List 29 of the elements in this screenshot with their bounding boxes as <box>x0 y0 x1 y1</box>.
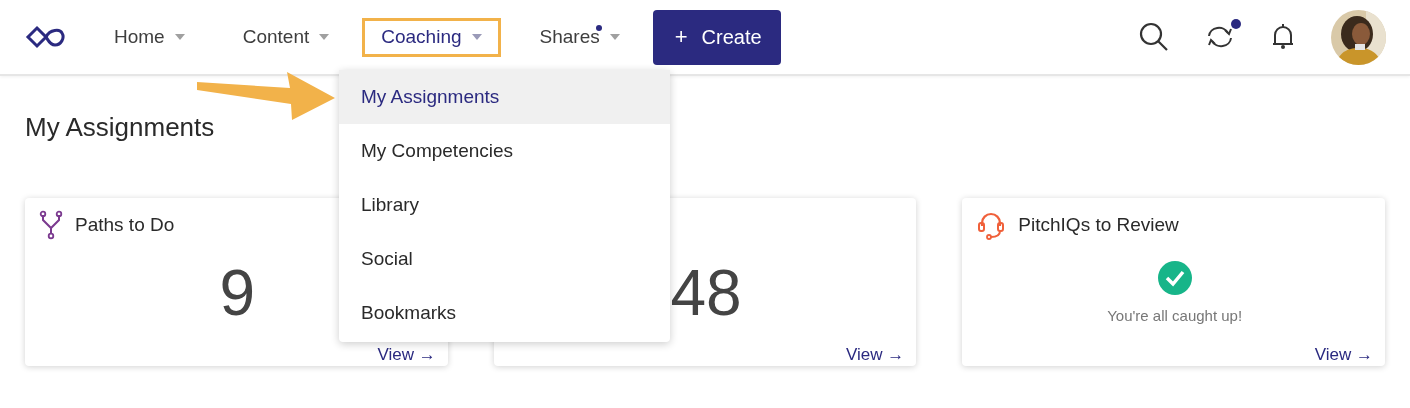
nav-menu[interactable]: Coaching <box>362 17 501 57</box>
menu-item[interactable]: My Competencies <box>339 124 670 178</box>
caret-icon <box>471 34 482 40</box>
view-link[interactable]: View → <box>377 345 436 365</box>
view-link[interactable]: View → <box>846 345 905 365</box>
count-value: 9 <box>219 260 256 325</box>
count-value: 48 <box>670 260 742 325</box>
nav-menu[interactable]: Shares <box>520 17 639 57</box>
card-title: PitchIQs to Review <box>1018 214 1179 236</box>
status-message: You're all caught up! <box>1107 307 1243 324</box>
menu-item[interactable]: Library <box>339 178 670 232</box>
view-link[interactable]: View → <box>1314 345 1373 365</box>
menu-item[interactable]: Social <box>339 232 670 286</box>
fork-icon <box>39 210 63 240</box>
menu-item[interactable]: Bookmarks <box>339 286 670 340</box>
bell-icon[interactable] <box>1271 22 1295 52</box>
nav-menu[interactable]: Home <box>95 17 204 57</box>
headset-icon <box>976 210 1007 240</box>
page-title: My Assignments <box>25 112 215 144</box>
caret-icon <box>319 34 330 40</box>
card-title: Paths to Do <box>75 214 175 236</box>
create-button[interactable]: + Create <box>652 9 781 65</box>
caret-icon <box>609 34 620 40</box>
caret-icon <box>174 34 185 40</box>
check-icon <box>1157 261 1192 295</box>
nav-menu[interactable]: Content <box>223 17 349 57</box>
menu-item[interactable]: My Assignments <box>339 70 670 124</box>
sync-icon[interactable] <box>1205 25 1235 49</box>
search-icon[interactable] <box>1139 22 1169 52</box>
